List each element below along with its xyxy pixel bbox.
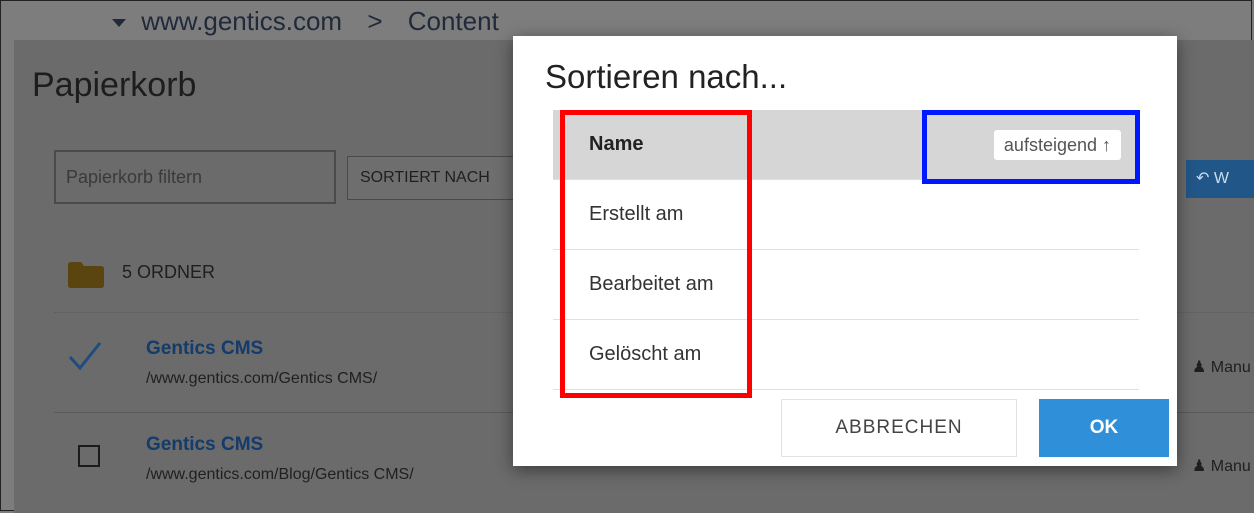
annotation-highlight-options: [560, 110, 752, 398]
item-checkbox[interactable]: [78, 445, 100, 467]
item-user: ♟ Manu: [1192, 359, 1251, 376]
item-title[interactable]: Gentics CMS: [146, 434, 263, 456]
breadcrumb-current[interactable]: Content: [408, 6, 499, 36]
user-icon: ♟: [1192, 359, 1211, 376]
trash-filter-input[interactable]: [54, 150, 336, 204]
folder-icon: [68, 262, 104, 288]
checkmark-icon[interactable]: [68, 340, 102, 372]
restore-button[interactable]: ↶ W: [1186, 160, 1254, 198]
cancel-button[interactable]: ABBRECHEN: [781, 399, 1017, 457]
restore-button-label: W: [1213, 170, 1229, 187]
breadcrumb-site[interactable]: www.gentics.com: [141, 6, 342, 36]
chevron-down-icon[interactable]: [112, 19, 126, 28]
sort-by-button[interactable]: SORTIERT NACH: [347, 156, 517, 200]
item-user: ♟ Manu: [1192, 458, 1251, 475]
breadcrumb-separator: >: [367, 6, 383, 36]
item-path: /www.gentics.com/Gentics CMS/: [146, 370, 378, 387]
item-title[interactable]: Gentics CMS: [146, 338, 263, 360]
folder-count-label: 5 ORDNER: [122, 262, 216, 282]
breadcrumb: www.gentics.com > Content: [112, 6, 499, 37]
item-path: /www.gentics.com/Blog/Gentics CMS/: [146, 466, 414, 483]
undo-icon: ↶: [1196, 170, 1214, 187]
ok-button[interactable]: OK: [1039, 399, 1169, 457]
page-title: Papierkorb: [32, 66, 197, 104]
annotation-highlight-order: [922, 110, 1140, 184]
dialog-title: Sortieren nach...: [545, 58, 788, 95]
user-icon: ♟: [1192, 458, 1211, 475]
